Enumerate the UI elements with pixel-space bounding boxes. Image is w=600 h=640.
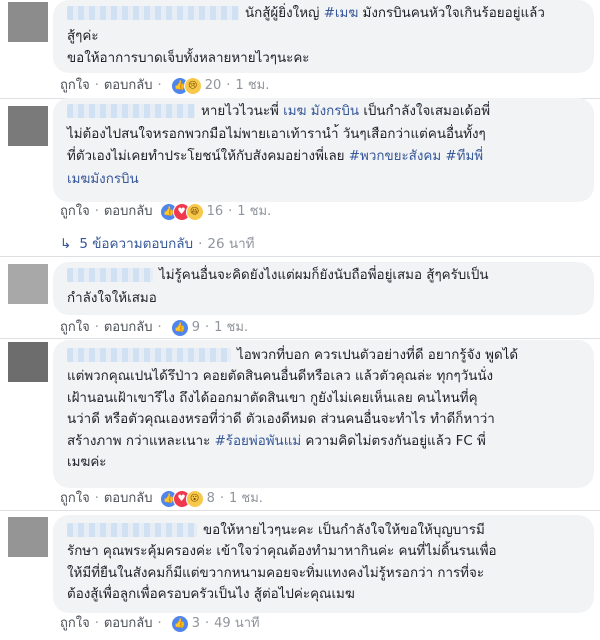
reply-button[interactable]: ตอบกลับ [104,616,153,631]
avatar[interactable] [8,342,48,382]
comment-text: สู้ๆค่ะ [67,28,99,44]
avatar[interactable] [8,517,48,557]
wow-icon: 😮 [185,489,204,508]
comment-bubble: ขอให้หายไวๆนะคะ เป็นกำลังใจให้ขอให้บุญบา… [53,515,594,613]
avatar[interactable] [8,264,48,304]
divider [0,338,600,339]
sad-icon: 😢 [183,76,202,95]
replies-count[interactable]: 5 ข้อความตอบกลับ [79,236,193,252]
commenter-name[interactable] [67,348,231,362]
comment-text: สร้างภาพ กว่าแหละเนาะ [67,433,215,449]
comment-actions: ถูกใจ · ตอบกลับ · 👍 9 · 1 ชม. [60,318,249,337]
like-button[interactable]: ถูกใจ [60,616,90,631]
comment-text: หายไวไวนะพี่ [201,104,284,119]
hashtag-link[interactable]: #ร้อยพ่อพันแม่ [215,434,302,449]
comment-text: ที่ตัวเองไม่เคยทำประโยชน์ให้กับสังคมอย่า… [67,149,349,164]
mention-link[interactable]: เมฆ มังกรบิน [283,104,359,119]
reactions-summary[interactable]: 👍 [170,318,189,337]
avatar[interactable] [8,2,48,42]
reaction-count: 16 [206,204,224,219]
comment-text: ขอให้อาการบาดเจ็บทั้งหลายหายไวๆนะคะ [67,51,310,66]
commenter-name[interactable] [67,6,239,20]
comment-text: นักสู้ผู้ยิ่งใหญ่ [245,6,324,21]
like-button[interactable]: ถูกใจ [60,320,90,335]
reactions-summary[interactable]: 👍 [170,614,189,633]
comment-text: แต่พวกคุณเปนได้รึป่าว คอยตัดสินคนอื่นดีห… [67,369,494,385]
timestamp[interactable]: 1 ชม. [235,78,269,93]
comment-text: ไม่รู้คนอื่นจะคิดยังไงแต่ผมก็ยังนับถือพี… [159,268,489,283]
haha-icon: 😆 [185,202,204,221]
reply-button[interactable]: ตอบกลับ [104,204,153,219]
hashtag-link[interactable]: #เมฆ [324,6,359,21]
view-replies-link[interactable]: ↳ 5 ข้อความตอบกลับ · 26 นาที [60,232,255,254]
comment-text: เมฆค่ะ [67,455,107,471]
hashtag-link[interactable]: #พวกขยะสังคม [349,149,441,164]
reactions-summary[interactable]: 👍 ♥ 😆 [159,202,204,221]
comment-actions: ถูกใจ · ตอบกลับ 👍 ♥ 😮 8 · 1 ชม. [60,489,263,508]
replies-timestamp: 26 นาที [207,236,255,252]
timestamp[interactable]: 1 ชม. [214,320,248,335]
comment-text: รักษา คุณพระคุ้มครองค่ะ เข้าใจว่าคุณต้อง… [67,544,497,560]
comment-text: ไม่ต้องไปสนใจหรอกพวกมือไม่พายเอาเท้ารานำ… [67,126,486,142]
commenter-name[interactable] [67,523,197,537]
reaction-count: 3 [191,616,201,631]
like-button[interactable]: ถูกใจ [60,491,90,506]
comment-text: เฝ้านอนเฝ้าเขารึไง ถึงได้ออกมาตัดสินเขา … [67,390,478,406]
comment-text: ต้องสู้เพื่อลูกเพื่อครอบครัวเป็นไง สู้ต่… [67,587,355,603]
comment-actions: ถูกใจ · ตอบกลับ 👍 ♥ 😆 16 · 1 ชม. [60,202,272,221]
like-button[interactable]: ถูกใจ [60,204,90,219]
reply-button[interactable]: ตอบกลับ [104,78,153,93]
reply-arrow-icon: ↳ [60,236,72,252]
reactions-summary[interactable]: 👍 ♥ 😮 [159,489,204,508]
timestamp[interactable]: 1 ชม. [229,491,263,506]
hashtag-link[interactable]: #ทีมพี่ [445,149,483,164]
timestamp[interactable]: 49 นาที [214,616,259,631]
comment-text: นว่าดี หรือตัวคุณเองหรอที่ว่าดี ตัวเองดี… [67,412,495,428]
commenter-name[interactable] [67,104,195,118]
comment-text: ให้มีที่ยืนในสังคมก็มีแต่ขวากหนามคอยจะทิ… [67,565,485,581]
comment-text: กำลังใจให้เสมอ [67,290,157,306]
comment-bubble: นักสู้ผู้ยิ่งใหญ่ #เมฆ มังกรบินคนหัวใจเก… [53,0,594,73]
timestamp[interactable]: 1 ชม. [237,204,271,219]
like-button[interactable]: ถูกใจ [60,78,90,93]
comment-text: ไอพวกที่บอก ควรเปนตัวอย่างที่ดี อยากรู้จ… [237,348,519,363]
reaction-count: 20 [204,78,222,93]
reaction-count: 8 [206,491,215,506]
comment-bubble: หายไวไวนะพี่ เมฆ มังกรบิน เป็นกำลังใจเสม… [53,98,594,202]
like-icon: 👍 [170,318,189,337]
comment-text: เป็นกำลังใจเสมอเด้อพี่ [359,104,491,119]
reply-button[interactable]: ตอบกลับ [104,491,153,506]
reply-button[interactable]: ตอบกลับ [104,320,153,335]
divider [0,256,600,257]
comment-bubble: ไม่รู้คนอื่นจะคิดยังไงแต่ผมก็ยังนับถือพี… [53,262,594,315]
divider [0,510,600,511]
reaction-count: 9 [191,320,201,335]
comment-actions: ถูกใจ · ตอบกลับ · 👍 😢 20 · 1 ชม. [60,76,270,95]
comment-bubble: ไอพวกที่บอก ควรเปนตัวอย่างที่ดี อยากรู้จ… [53,340,594,488]
like-icon: 👍 [170,614,189,633]
commenter-name[interactable] [67,268,153,282]
avatar[interactable] [8,106,48,146]
comment-text: มังกรบินคนหัวใจเกินร้อยอยู่แล้ว [358,6,545,21]
comment-text: ขอให้หายไวๆนะคะ เป็นกำลังใจให้ขอให้บุญบา… [203,523,485,538]
comment-actions: ถูกใจ · ตอบกลับ · 👍 3 · 49 นาที [60,614,260,633]
reactions-summary[interactable]: 👍 😢 [170,76,202,95]
hashtag-link[interactable]: เมฆมังกรบิน [67,172,139,187]
comment-text: ความคิดไม่ตรงกันอยู่แล้ว FC พี่ [301,433,486,449]
